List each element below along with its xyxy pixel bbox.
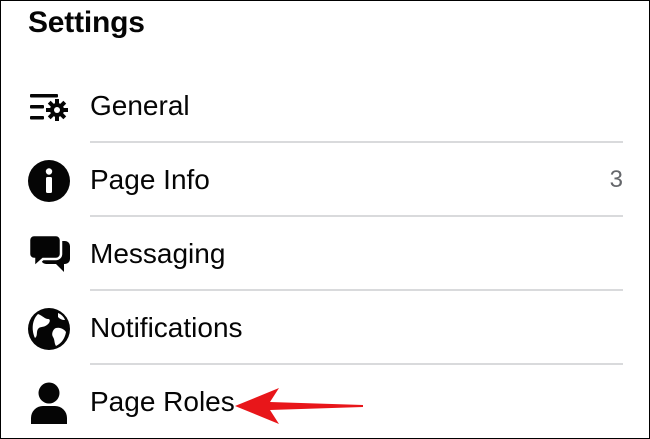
page-title: Settings <box>28 6 145 39</box>
menu-item-label: General <box>90 90 190 121</box>
menu-item-general[interactable]: General <box>1 69 649 143</box>
menu-item-messaging[interactable]: Messaging <box>1 217 649 291</box>
messaging-icon <box>27 233 71 277</box>
menu-item-label: Page Roles <box>90 386 235 417</box>
info-icon <box>27 159 71 203</box>
menu-item-label: Page Info <box>90 164 210 195</box>
menu-item-label: Messaging <box>90 238 226 269</box>
general-settings-icon <box>27 85 71 129</box>
item-count-badge: 3 <box>609 166 623 193</box>
person-icon <box>27 381 71 425</box>
menu-item-page-info[interactable]: Page Info 3 <box>1 143 649 217</box>
menu-item-notifications[interactable]: Notifications <box>1 291 649 365</box>
settings-panel: Settings General Page Info 3 Messaging N… <box>0 0 650 439</box>
globe-icon <box>27 307 71 351</box>
red-arrow-pointing-left <box>235 388 363 424</box>
menu-item-label: Notifications <box>90 312 243 343</box>
